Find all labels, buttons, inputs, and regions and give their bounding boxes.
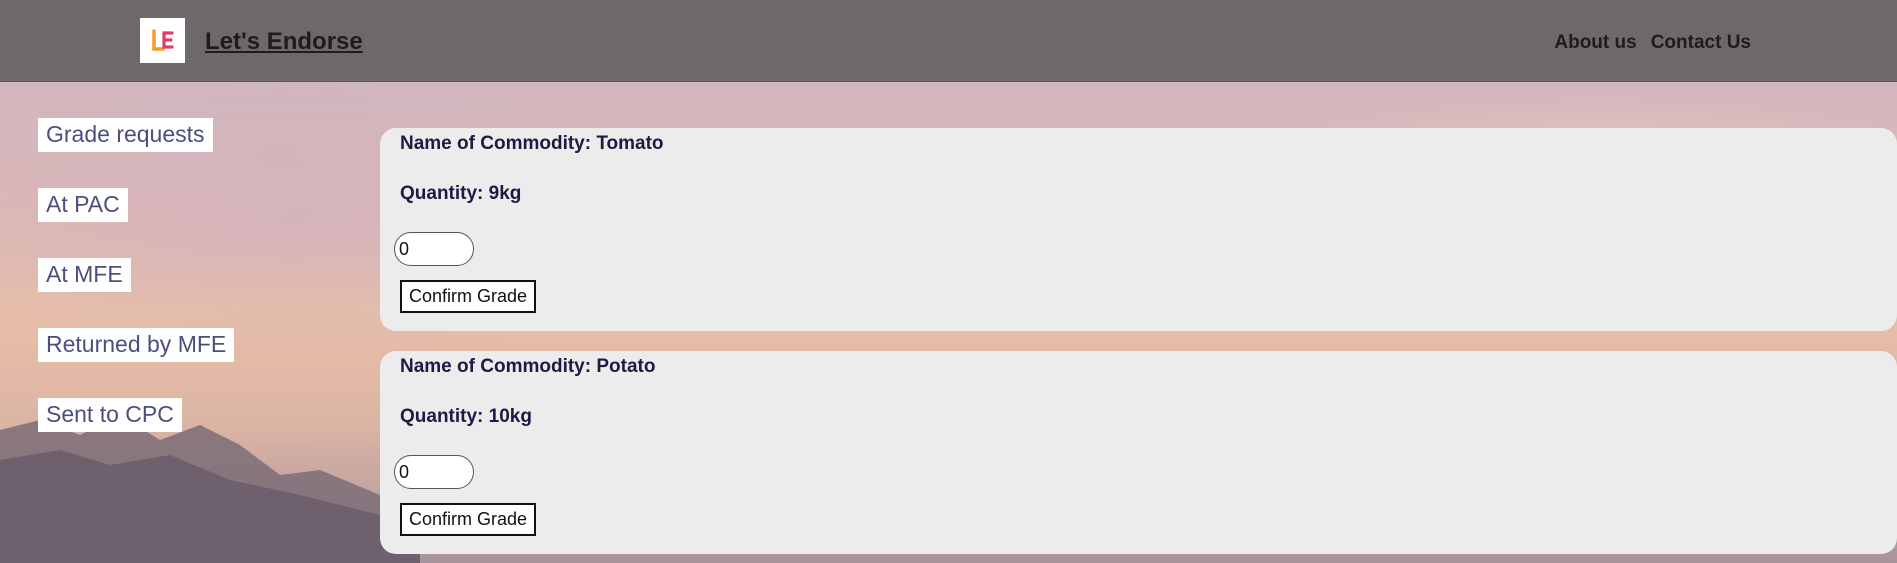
grade-request-list: Name of Commodity: Tomato Quantity: 9kg … [380,128,1897,563]
grade-request-card: Name of Commodity: Potato Quantity: 10kg… [380,351,1897,554]
confirm-grade-button[interactable]: Confirm Grade [400,280,537,313]
top-nav: About us Contact Us [1554,32,1751,54]
commodity-name: Name of Commodity: Tomato [400,133,664,154]
grade-request-card: Name of Commodity: Tomato Quantity: 9kg … [380,128,1897,331]
sidebar-item-at-mfe[interactable]: At MFE [38,258,131,292]
commodity-name: Name of Commodity: Potato [400,356,656,377]
commodity-quantity: Quantity: 10kg [400,406,532,427]
sidebar-item-returned-by-mfe[interactable]: Returned by MFE [38,328,235,362]
confirm-grade-button[interactable]: Confirm Grade [400,503,537,536]
grade-input[interactable] [394,455,474,489]
sidebar-item-sent-to-cpc[interactable]: Sent to CPC [38,398,182,432]
commodity-quantity: Quantity: 9kg [400,183,522,204]
nav-about-us-link[interactable]: About us [1554,32,1636,54]
logo-mark [151,28,174,51]
brand-link[interactable]: Let's Endorse [205,28,363,56]
sidebar: Grade requests At PAC At MFE Returned by… [38,118,235,468]
top-navbar: Let's Endorse About us Contact Us [0,0,1897,82]
le-logo-icon[interactable] [140,18,185,63]
grade-input[interactable] [394,232,474,266]
sidebar-item-grade-requests[interactable]: Grade requests [38,118,213,152]
nav-contact-us-link[interactable]: Contact Us [1651,32,1751,54]
sidebar-item-at-pac[interactable]: At PAC [38,188,128,222]
